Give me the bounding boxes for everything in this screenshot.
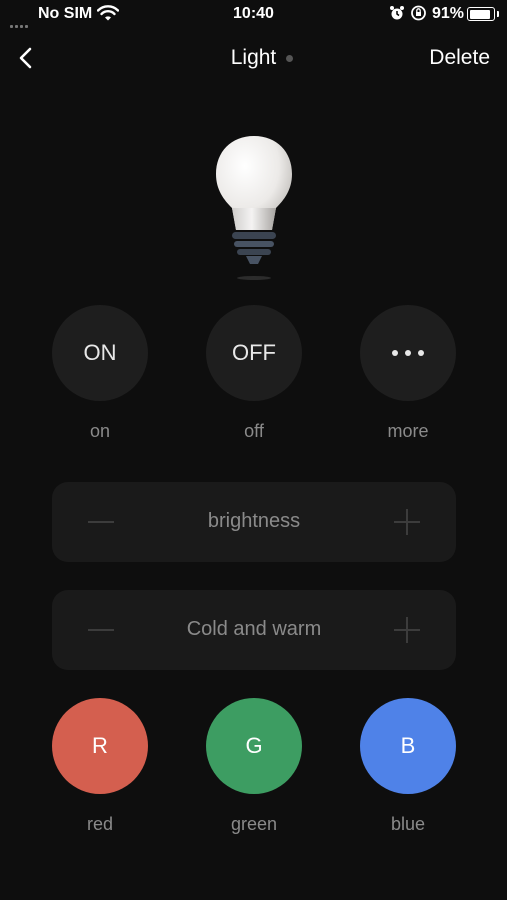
off-label: off — [244, 421, 264, 441]
green-button[interactable]: G — [206, 698, 302, 794]
blue-button[interactable]: B — [360, 698, 456, 794]
battery-percent: 91% — [432, 5, 465, 22]
red-button[interactable]: R — [52, 698, 148, 794]
on-button-text: ON — [83, 340, 117, 365]
off-button[interactable]: OFF — [206, 305, 302, 401]
blue-label: blue — [390, 814, 426, 834]
alarm-icon — [390, 6, 404, 20]
on-button[interactable]: ON — [52, 305, 148, 401]
blue-button-letter: B — [400, 733, 416, 758]
connection-status-dot — [286, 55, 293, 62]
red-button-letter: R — [92, 733, 108, 758]
green-button-letter: G — [245, 733, 263, 758]
clock: 10:40 — [233, 5, 274, 22]
light-bulb-icon — [216, 136, 292, 280]
off-button-text: OFF — [232, 340, 276, 365]
orientation-lock-icon — [411, 5, 426, 21]
color-temperature-adjuster: Cold and warm — [52, 590, 456, 670]
delete-button[interactable]: Delete — [429, 46, 490, 70]
red-label: red — [86, 814, 113, 834]
more-dots-icon — [392, 350, 424, 356]
battery-icon — [467, 7, 499, 21]
on-label: on — [89, 421, 111, 441]
status-bar: No SIM 10:40 91% — [0, 0, 507, 30]
more-label: more — [387, 421, 429, 441]
brightness-plus-icon[interactable] — [394, 509, 420, 535]
temperature-plus-icon[interactable] — [394, 617, 420, 643]
brightness-adjuster: brightness — [52, 482, 456, 562]
green-label: green — [230, 814, 278, 834]
more-button[interactable] — [360, 305, 456, 401]
